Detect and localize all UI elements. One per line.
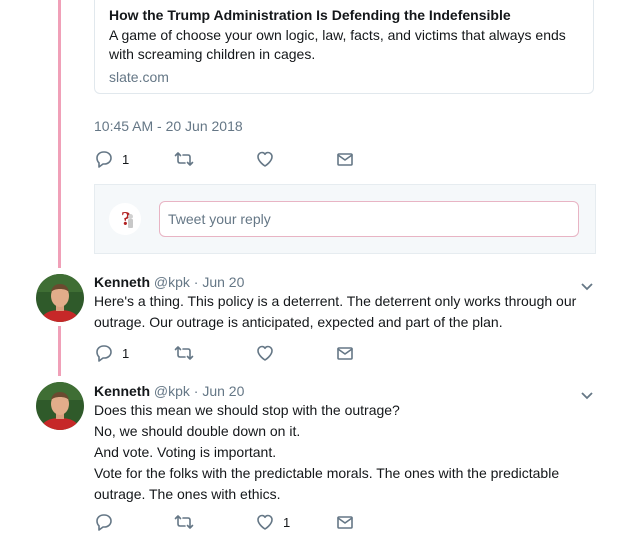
- envelope-icon: [337, 153, 353, 166]
- question-mark-avatar-icon: ?: [112, 206, 138, 232]
- link-card-title: How the Trump Administration Is Defendin…: [109, 7, 511, 23]
- author-handle[interactable]: @kpk: [154, 383, 190, 399]
- header-separator: ·: [193, 274, 199, 290]
- retweet-button[interactable]: [174, 511, 194, 533]
- heart-icon: [257, 345, 273, 361]
- author-name[interactable]: Kenneth: [94, 383, 150, 399]
- thread-line-top: [58, 0, 61, 268]
- like-button[interactable]: 1: [255, 511, 290, 533]
- reply-icon: [96, 345, 112, 362]
- header-separator: ·: [193, 383, 199, 399]
- author-name[interactable]: Kenneth: [94, 274, 150, 290]
- tweet-timestamp[interactable]: 10:45 AM - 20 Jun 2018: [94, 118, 243, 134]
- link-card-domain: slate.com: [109, 69, 169, 85]
- tweet-date[interactable]: Jun 20: [202, 274, 244, 290]
- tweet-header: Kenneth @kpk · Jun 20: [94, 383, 244, 399]
- profile-photo: [36, 382, 84, 430]
- reply-count: 1: [122, 345, 130, 361]
- author-handle[interactable]: @kpk: [154, 274, 190, 290]
- thread-line-middle: [58, 326, 61, 376]
- tweet-line: Here's a thing. This policy is a deterre…: [94, 293, 577, 330]
- more-options-button[interactable]: [580, 279, 594, 291]
- tweet-header: Kenneth @kpk · Jun 20: [94, 274, 244, 290]
- reply-icon: [96, 514, 112, 531]
- tweet-text: Does this mean we should stop with the o…: [94, 400, 594, 505]
- reply-count: 1: [122, 151, 130, 167]
- reply-button[interactable]: 1: [94, 148, 129, 170]
- tweet-line: Does this mean we should stop with the o…: [94, 402, 400, 418]
- reply-button[interactable]: 1: [94, 342, 129, 364]
- retweet-button[interactable]: [174, 342, 194, 364]
- link-preview-card[interactable]: How the Trump Administration Is Defendin…: [94, 0, 594, 94]
- envelope-icon: [337, 516, 353, 529]
- heart-icon: [257, 514, 273, 530]
- retweet-button[interactable]: [174, 148, 194, 170]
- link-card-description: A game of choose your own logic, law, fa…: [109, 27, 566, 62]
- tweet-date[interactable]: Jun 20: [202, 383, 244, 399]
- direct-message-button[interactable]: [335, 148, 355, 170]
- reply-composer: ? Tweet your reply: [94, 184, 596, 254]
- reply-input[interactable]: Tweet your reply: [159, 201, 579, 237]
- more-options-button[interactable]: [580, 388, 594, 400]
- retweet-icon: [174, 152, 194, 166]
- reply-button[interactable]: [94, 511, 122, 533]
- tweet-line: No, we should double down on it.: [94, 423, 301, 439]
- tweet-line: And vote. Voting is important.: [94, 444, 277, 460]
- reply-icon: [96, 151, 112, 168]
- avatar[interactable]: [36, 382, 84, 430]
- profile-photo: [36, 274, 84, 322]
- like-count: 1: [283, 514, 291, 530]
- retweet-icon: [174, 515, 194, 529]
- retweet-icon: [174, 346, 194, 360]
- direct-message-button[interactable]: [335, 342, 355, 364]
- avatar[interactable]: [36, 274, 84, 322]
- user-avatar: ?: [109, 203, 141, 235]
- tweet-text: Here's a thing. This policy is a deterre…: [94, 291, 594, 333]
- heart-icon: [257, 151, 273, 167]
- direct-message-button[interactable]: [335, 511, 355, 533]
- tweet-line: Vote for the folks with the predictable …: [94, 465, 560, 502]
- envelope-icon: [337, 347, 353, 360]
- like-button[interactable]: [255, 342, 275, 364]
- like-button[interactable]: [255, 148, 275, 170]
